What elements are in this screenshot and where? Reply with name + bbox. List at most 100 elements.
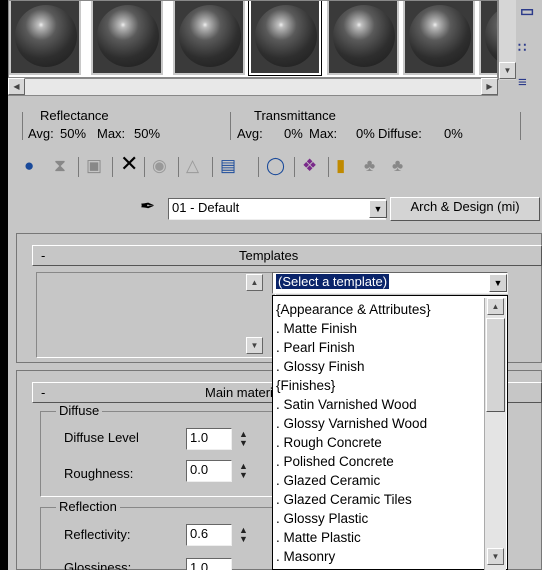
template-option[interactable]: . Glossy Finish bbox=[276, 357, 365, 376]
scroll-up-icon[interactable]: ▲ bbox=[246, 274, 263, 291]
transmittance-title: Transmittance bbox=[254, 108, 336, 123]
scroll-down-icon[interactable]: ▼ bbox=[246, 337, 263, 354]
assign-icon[interactable]: ▣ bbox=[86, 156, 102, 176]
sample-slot[interactable] bbox=[91, 1, 163, 75]
show-map-icon[interactable]: ❖ bbox=[302, 156, 317, 176]
material-type-button[interactable]: Arch & Design (mi) bbox=[390, 197, 540, 221]
sample-sphere bbox=[255, 5, 317, 67]
material-id-icon[interactable]: ◯ bbox=[266, 156, 285, 176]
put-to-library-icon[interactable]: ▤ bbox=[220, 156, 236, 176]
glossiness-field[interactable]: 1.0 bbox=[186, 558, 232, 570]
reflectance-avg-label: Avg: bbox=[28, 126, 54, 141]
slots-horizontal-scrollbar[interactable]: ◀ ▶ bbox=[8, 78, 498, 96]
transmittance-avg-value: 0% bbox=[284, 126, 303, 141]
scroll-down-icon[interactable]: ▼ bbox=[499, 62, 516, 79]
spinner-icon[interactable]: ▲ ▼ bbox=[236, 462, 251, 482]
make-unique-icon[interactable]: △ bbox=[186, 156, 199, 176]
template-option[interactable]: {Finishes} bbox=[276, 376, 335, 395]
reflectivity-field[interactable]: 0.6 bbox=[186, 524, 232, 546]
divider bbox=[178, 157, 179, 177]
collapse-icon[interactable]: - bbox=[41, 246, 45, 265]
diffuse-group bbox=[40, 411, 280, 497]
template-option[interactable]: . Matte Plastic bbox=[276, 528, 361, 547]
sample-sphere bbox=[485, 5, 497, 67]
divider bbox=[520, 112, 521, 140]
reflection-group-label: Reflection bbox=[56, 500, 120, 514]
divider bbox=[112, 157, 113, 177]
scroll-right-icon[interactable]: ▶ bbox=[481, 78, 498, 95]
slots-vertical-scrollbar[interactable]: ▼ bbox=[498, 0, 516, 80]
template-option[interactable]: . Polished Concrete bbox=[276, 452, 394, 471]
collapse-icon[interactable]: - bbox=[41, 383, 45, 402]
make-copy-icon[interactable]: ◉ bbox=[152, 156, 167, 176]
template-option[interactable]: . Glazed Ceramic Tiles bbox=[276, 490, 412, 509]
divider bbox=[258, 157, 259, 177]
divider bbox=[230, 112, 231, 140]
diffuse-level-label: Diffuse Level bbox=[64, 430, 139, 445]
sample-slot-selected[interactable] bbox=[248, 1, 322, 76]
sample-sphere bbox=[333, 5, 395, 67]
template-option[interactable]: . Glazed Ceramic bbox=[276, 471, 380, 490]
divider bbox=[328, 157, 329, 177]
sample-sphere bbox=[97, 5, 159, 67]
templates-header[interactable]: - Templates bbox=[32, 245, 542, 266]
sample-sphere bbox=[15, 5, 77, 67]
diffuse-group-label: Diffuse bbox=[56, 404, 103, 418]
template-select-value: (Select a template) bbox=[276, 274, 390, 289]
transmittance-avg-label: Avg: bbox=[237, 126, 263, 141]
sample-slot[interactable] bbox=[479, 1, 497, 75]
sample-slot[interactable] bbox=[173, 1, 245, 75]
reflectivity-label: Reflectivity: bbox=[64, 527, 131, 542]
template-option[interactable]: {Appearance & Attributes} bbox=[276, 300, 431, 319]
template-select[interactable]: (Select a template) bbox=[272, 272, 508, 294]
chevron-down-icon[interactable]: ▼ bbox=[489, 274, 507, 292]
put-to-scene-icon[interactable]: ⧗ bbox=[54, 156, 66, 176]
chevron-down-icon[interactable]: ▼ bbox=[369, 200, 387, 218]
roughness-field[interactable]: 0.0 bbox=[186, 460, 232, 482]
template-option[interactable]: . Pearl Finish bbox=[276, 338, 355, 357]
scroll-up-icon[interactable]: ▲ bbox=[487, 298, 504, 315]
reflectance-title: Reflectance bbox=[40, 108, 109, 123]
transmittance-max-value: 0% bbox=[356, 126, 375, 141]
template-option[interactable]: . Matte Finish bbox=[276, 319, 357, 338]
reflectance-max-label: Max: bbox=[97, 126, 126, 141]
sample-type-icon[interactable]: ▭ bbox=[520, 2, 534, 20]
sample-slot[interactable] bbox=[9, 1, 81, 75]
go-parent-icon[interactable]: ♣ bbox=[364, 156, 375, 176]
template-option[interactable]: . Masonry bbox=[276, 547, 335, 566]
dropdown-scrollbar[interactable]: ▲ ▼ bbox=[484, 298, 506, 570]
scroll-left-icon[interactable]: ◀ bbox=[8, 78, 25, 95]
spinner-icon[interactable]: ▲ ▼ bbox=[236, 526, 251, 546]
transmittance-max-label: Max: bbox=[309, 126, 338, 141]
template-option[interactable]: . Glossy Varnished Wood bbox=[276, 414, 427, 433]
scrollbar-thumb[interactable] bbox=[486, 318, 505, 412]
sample-slots bbox=[8, 0, 498, 78]
template-option[interactable]: . Rough Concrete bbox=[276, 433, 382, 452]
reflectance-max-value: 50% bbox=[134, 126, 161, 141]
template-option[interactable]: . Glossy Plastic bbox=[276, 509, 368, 528]
spinner-icon[interactable]: ▲ ▼ bbox=[236, 430, 251, 450]
get-material-icon[interactable]: ● bbox=[24, 156, 34, 176]
sample-sphere bbox=[179, 5, 241, 67]
main-material-title: Main materi bbox=[205, 385, 273, 400]
diffuse-level-field[interactable]: 1.0 bbox=[186, 428, 232, 450]
sample-slot[interactable] bbox=[403, 1, 475, 75]
divider bbox=[294, 157, 295, 177]
template-option[interactable]: . Satin Varnished Wood bbox=[276, 395, 417, 414]
material-name-field[interactable]: 01 - Default bbox=[168, 198, 386, 220]
roughness-label: Roughness: bbox=[64, 466, 134, 481]
reset-icon[interactable]: ✕ bbox=[120, 153, 138, 175]
template-dropdown-list[interactable]: {Appearance & Attributes}. Matte Finish.… bbox=[272, 295, 508, 570]
divider bbox=[144, 157, 145, 177]
sample-slot[interactable] bbox=[327, 1, 399, 75]
background-icon[interactable]: ≡ bbox=[518, 74, 527, 91]
show-end-result-icon[interactable]: ▮ bbox=[336, 156, 345, 176]
divider bbox=[212, 157, 213, 177]
backlight-icon[interactable]: ∷ bbox=[518, 40, 526, 56]
scroll-down-icon[interactable]: ▼ bbox=[487, 548, 504, 565]
sample-sphere bbox=[409, 5, 471, 67]
go-sibling-icon[interactable]: ♣ bbox=[392, 156, 403, 176]
pick-material-icon[interactable]: ✒ bbox=[140, 196, 155, 216]
reflectance-avg-value: 50% bbox=[60, 126, 87, 141]
divider bbox=[22, 112, 23, 140]
